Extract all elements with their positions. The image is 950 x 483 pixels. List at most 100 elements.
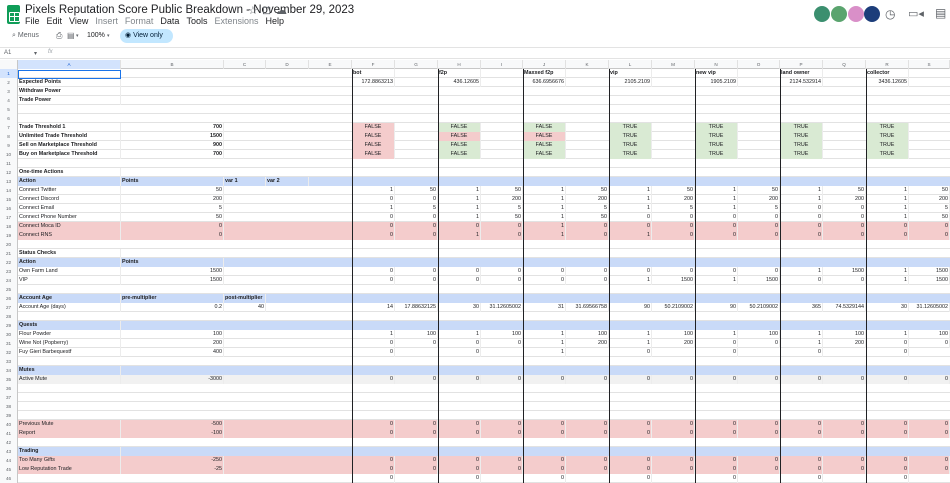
cell-l[interactable]: 0 (609, 429, 652, 438)
cell-j[interactable]: FALSE (523, 123, 566, 132)
cell-p[interactable]: 0 (780, 420, 823, 429)
cell-b[interactable]: 1500 (121, 276, 224, 285)
sheets-logo-icon[interactable] (7, 5, 20, 24)
row-header[interactable]: 29 (0, 321, 18, 330)
cell-l[interactable]: TRUE (609, 150, 652, 159)
cell-s[interactable]: 100 (909, 330, 950, 339)
menu-insert[interactable]: Insert (95, 16, 118, 26)
cell-k[interactable]: 0 (566, 276, 609, 285)
cell-r[interactable]: 0 (866, 456, 909, 465)
cell-l[interactable]: 1 (609, 231, 652, 240)
cell-a[interactable]: Action (18, 177, 121, 186)
column-header-n[interactable]: N (695, 60, 738, 69)
cell-r[interactable]: 1 (866, 213, 909, 222)
cell-b[interactable]: pre-multiplier (121, 294, 224, 303)
row-header[interactable]: 35 (0, 375, 18, 384)
cell-g[interactable]: 100 (395, 330, 438, 339)
cell-j[interactable]: 1 (523, 339, 566, 348)
column-header-e[interactable]: E (309, 60, 352, 69)
cell-a[interactable]: Connect Discord (18, 195, 121, 204)
cell-l[interactable]: 0 (609, 213, 652, 222)
cell-a[interactable]: Wine Not (Popberry) (18, 339, 121, 348)
cell-g[interactable]: 17.88632125 (395, 303, 438, 312)
cell-b[interactable]: -100 (121, 429, 224, 438)
cell-m[interactable]: 0 (652, 465, 695, 474)
cell-c[interactable]: var 1 (224, 177, 266, 186)
cell-a[interactable]: Unlimited Trade Threshold (18, 132, 121, 141)
avatar[interactable] (848, 6, 864, 22)
column-header-m[interactable]: M (652, 60, 695, 69)
cell-j[interactable]: 1 (523, 330, 566, 339)
cell-s[interactable]: 50 (909, 186, 950, 195)
cell-g[interactable]: 0 (395, 429, 438, 438)
cell-r[interactable]: 0 (866, 231, 909, 240)
cell-j[interactable]: 0 (523, 474, 566, 483)
cell-p[interactable]: 2124.532914 (780, 78, 823, 87)
cell-k[interactable]: 0 (566, 429, 609, 438)
cell-l[interactable]: 1 (609, 339, 652, 348)
cell-b[interactable]: 400 (121, 348, 224, 357)
cell-r[interactable]: 1 (866, 204, 909, 213)
cell-r[interactable]: 0 (866, 474, 909, 483)
cell-h[interactable]: 0 (438, 339, 481, 348)
cell-r[interactable]: 0 (866, 429, 909, 438)
avatar[interactable] (864, 6, 880, 22)
cell-h[interactable]: FALSE (438, 132, 481, 141)
cell-h[interactable]: 0 (438, 276, 481, 285)
cell-i[interactable]: 100 (481, 330, 523, 339)
cell-a[interactable]: Own Farm Land (18, 267, 121, 276)
menu-extensions[interactable]: Extensions (214, 16, 258, 26)
cell-m[interactable]: 200 (652, 339, 695, 348)
column-header-o[interactable]: O (738, 60, 780, 69)
cell-f[interactable]: 0 (352, 429, 395, 438)
cell-p[interactable]: 1 (780, 330, 823, 339)
cell-k[interactable]: 0 (566, 375, 609, 384)
row-header[interactable]: 1 (0, 69, 18, 78)
cell-i[interactable]: 50 (481, 186, 523, 195)
cell-m[interactable]: 0 (652, 429, 695, 438)
cell-h[interactable]: 0 (438, 456, 481, 465)
chevron-down-icon[interactable]: ▾ (34, 50, 37, 57)
cell-o[interactable]: 50.2109002 (738, 303, 780, 312)
cell-n[interactable]: 1 (695, 330, 738, 339)
cell-l[interactable]: 0 (609, 474, 652, 483)
cell-b[interactable]: 200 (121, 339, 224, 348)
cell-h[interactable]: 436.12605 (438, 78, 481, 87)
cell-k[interactable]: 0 (566, 222, 609, 231)
cell-r[interactable]: TRUE (866, 141, 909, 150)
cell-h[interactable]: 0 (438, 348, 481, 357)
cell-a[interactable]: Sell on Marketplace Threshold (18, 141, 121, 150)
column-header-f[interactable]: F (352, 60, 395, 69)
column-header-d[interactable]: D (266, 60, 309, 69)
cell-i[interactable]: 0 (481, 276, 523, 285)
cell-m[interactable]: 1500 (652, 276, 695, 285)
cell-q[interactable]: 0 (823, 456, 866, 465)
row-header[interactable]: 25 (0, 285, 18, 294)
cell-o[interactable]: 0 (738, 231, 780, 240)
cell-r[interactable]: 1 (866, 195, 909, 204)
cell-i[interactable]: 0 (481, 222, 523, 231)
cell-r[interactable]: 0 (866, 348, 909, 357)
cell-b[interactable]: -500 (121, 420, 224, 429)
cell-a[interactable]: One-time Actions (18, 168, 121, 177)
cell-a[interactable]: Connect Moca ID (18, 222, 121, 231)
cell-h[interactable]: 0 (438, 429, 481, 438)
cell-f[interactable]: 0 (352, 339, 395, 348)
cell-b[interactable]: 1500 (121, 267, 224, 276)
column-header-l[interactable]: L (609, 60, 652, 69)
column-header-j[interactable]: J (523, 60, 566, 69)
cell-a[interactable]: Connect Phone Number (18, 213, 121, 222)
cell-n[interactable]: TRUE (695, 123, 738, 132)
cell-i[interactable]: 31.12605002 (481, 303, 523, 312)
cell-q[interactable]: 0 (823, 375, 866, 384)
cell-b[interactable]: 0 (121, 222, 224, 231)
cell-o[interactable]: 1500 (738, 276, 780, 285)
cell-j[interactable]: 0 (523, 276, 566, 285)
cell-r[interactable]: 0 (866, 222, 909, 231)
cell-b[interactable]: 5 (121, 204, 224, 213)
cell-a[interactable]: VIP (18, 276, 121, 285)
cell-n[interactable]: 90 (695, 303, 738, 312)
cell-r[interactable]: 1 (866, 267, 909, 276)
cell-f[interactable]: FALSE (352, 132, 395, 141)
cell-s[interactable]: 0 (909, 375, 950, 384)
